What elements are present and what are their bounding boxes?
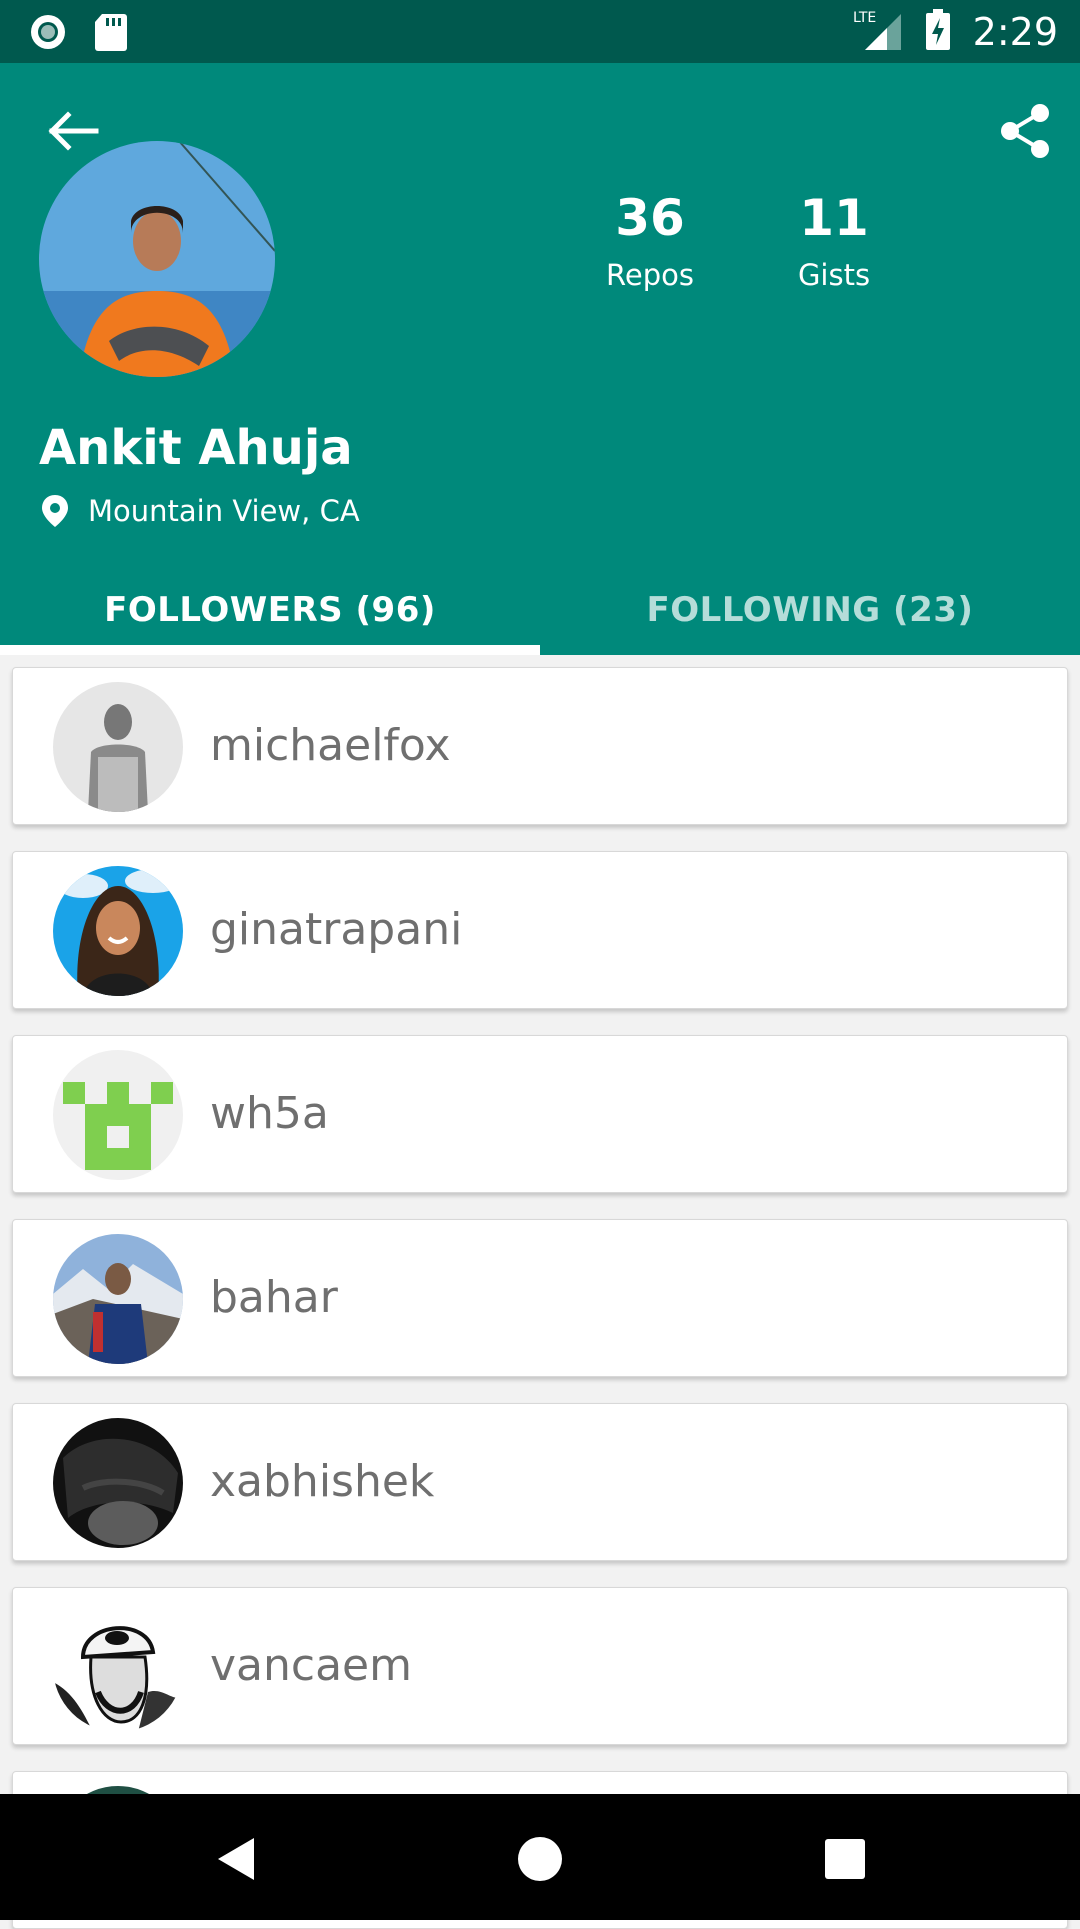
username: vancaem [210, 1640, 412, 1691]
repos-count: 36 [615, 189, 685, 247]
lte-signal-icon: LTE [853, 8, 903, 56]
username: bahar [210, 1272, 338, 1323]
clock: 2:29 [972, 10, 1058, 54]
avatar [53, 1602, 183, 1732]
svg-text:LTE: LTE [853, 10, 876, 26]
status-bar: LTE 2:29 [0, 0, 1080, 63]
list-item[interactable]: michaelfox [12, 667, 1068, 825]
tab-indicator [0, 645, 540, 655]
nav-home-icon [518, 1837, 562, 1881]
list-item[interactable]: vancaem [12, 1587, 1068, 1745]
avatar [53, 1050, 183, 1180]
gists-stat[interactable]: 11 Gists [759, 188, 909, 292]
sync-icon [28, 12, 68, 56]
system-nav-bar [0, 1794, 1080, 1920]
username: michaelfox [210, 720, 451, 771]
share-button[interactable] [996, 101, 1056, 161]
nav-home-button[interactable] [515, 1834, 565, 1884]
avatar [53, 866, 183, 996]
username: wh5a [210, 1088, 329, 1139]
avatar [53, 1418, 183, 1548]
battery-charging-icon [925, 9, 951, 55]
nav-back-icon [218, 1838, 254, 1880]
repos-label: Repos [606, 258, 694, 292]
profile-header: 36 Repos 11 Gists Ankit Ahuja Mountain V… [0, 63, 1080, 655]
tab-bar: FOLLOWERS (96) FOLLOWING (23) [0, 575, 1080, 655]
profile-avatar [39, 141, 275, 377]
share-icon [1001, 104, 1049, 158]
list-item[interactable]: ginatrapani [12, 851, 1068, 1009]
location-text: Mountain View, CA [88, 494, 360, 528]
gists-count: 11 [799, 189, 869, 247]
list-item[interactable]: wh5a [12, 1035, 1068, 1193]
username: ginatrapani [210, 904, 463, 955]
gists-label: Gists [797, 258, 871, 292]
nav-recents-icon [825, 1839, 865, 1879]
location-pin-icon [42, 495, 68, 527]
nav-recents-button[interactable] [820, 1834, 870, 1884]
username: xabhishek [210, 1456, 435, 1507]
repos-stat[interactable]: 36 Repos [575, 188, 725, 292]
tab-following[interactable]: FOLLOWING (23) [540, 575, 1080, 655]
avatar [53, 1234, 183, 1364]
profile-name: Ankit Ahuja [39, 420, 353, 476]
profile-location: Mountain View, CA [40, 493, 360, 529]
list-item[interactable]: bahar [12, 1219, 1068, 1377]
nav-back-button[interactable] [212, 1834, 262, 1884]
list-item[interactable]: xabhishek [12, 1403, 1068, 1561]
tab-followers[interactable]: FOLLOWERS (96) [0, 575, 540, 655]
sd-card-icon [94, 12, 128, 56]
back-button[interactable] [40, 103, 104, 159]
avatar [53, 682, 183, 812]
arrow-back-icon [48, 111, 99, 151]
